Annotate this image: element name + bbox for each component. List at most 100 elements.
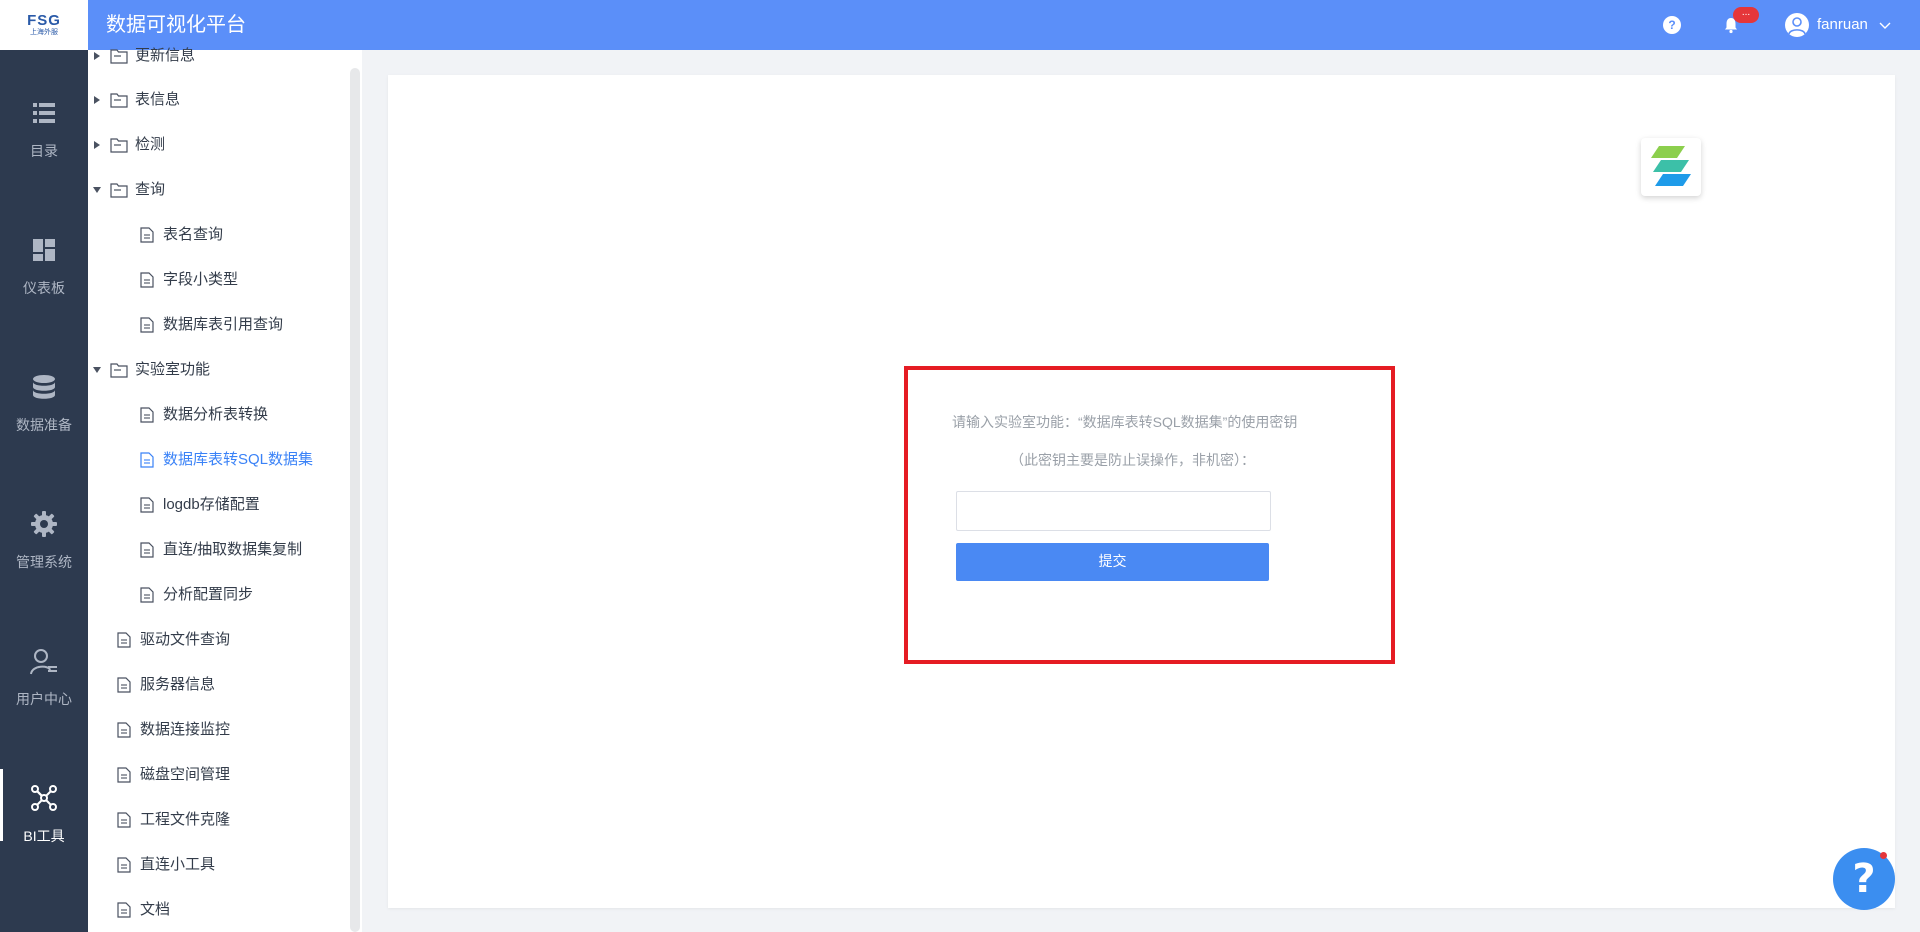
nav-item-bi-tools[interactable]: BI工具 xyxy=(0,769,88,920)
document-icon xyxy=(117,812,131,828)
nav-item-user-center[interactable]: 用户中心 xyxy=(0,646,88,783)
tree-item-label: 更新信息 xyxy=(135,47,196,64)
tree-item-label: 数据库表引用查询 xyxy=(163,316,284,333)
document-icon xyxy=(140,542,154,558)
document-icon xyxy=(117,857,131,873)
submit-button[interactable]: 提交 xyxy=(956,543,1269,581)
caret-right-icon[interactable] xyxy=(92,51,102,61)
folder-open-icon xyxy=(110,183,128,198)
document-icon xyxy=(117,722,131,738)
document-icon xyxy=(117,677,131,693)
document-icon xyxy=(140,587,154,603)
tree-folder-update-info[interactable]: 更新信息 xyxy=(92,45,195,67)
tree-item-label: 实验室功能 xyxy=(135,361,211,378)
user-avatar-icon[interactable] xyxy=(1785,13,1809,37)
tree-item-label: 查询 xyxy=(135,181,166,198)
tree-folder-query[interactable]: 查询 xyxy=(92,179,165,201)
tree-item-label: 直连小工具 xyxy=(140,856,216,873)
tree-folder-table-info[interactable]: 表信息 xyxy=(92,89,180,111)
tree-item-project-clone[interactable]: 工程文件克隆 xyxy=(115,809,230,831)
tree-item-dataset-copy[interactable]: 直连/抽取数据集复制 xyxy=(138,539,302,561)
folder-icon xyxy=(110,49,128,64)
dashboard-icon xyxy=(33,239,55,261)
folder-icon xyxy=(110,93,128,108)
username[interactable]: fanruan xyxy=(1817,16,1868,34)
app-title: 数据可视化平台 xyxy=(106,14,246,36)
tree-item-analysis-config-sync[interactable]: 分析配置同步 xyxy=(138,584,253,606)
help-notification-dot xyxy=(1880,852,1887,859)
tree-item-driver-file-query[interactable]: 驱动文件查询 xyxy=(115,629,230,651)
tree-item-label: 数据库表转SQL数据集 xyxy=(163,451,314,468)
logo-text: FSG xyxy=(27,12,61,29)
caret-down-icon[interactable] xyxy=(92,365,102,375)
gear-icon xyxy=(31,511,57,537)
folder-open-icon xyxy=(110,363,128,378)
document-icon xyxy=(140,317,154,333)
network-icon xyxy=(31,785,57,811)
tree-item-table-name-query[interactable]: 表名查询 xyxy=(138,224,223,246)
tree-item-label: 服务器信息 xyxy=(140,676,216,693)
tree-item-docs[interactable]: 文档 xyxy=(115,899,170,921)
tree-item-db-table-ref-query[interactable]: 数据库表引用查询 xyxy=(138,314,283,336)
tree-item-disk-space[interactable]: 磁盘空间管理 xyxy=(115,764,230,786)
brand-logo[interactable]: FSG 上海外服 xyxy=(0,0,88,50)
chevron-down-icon[interactable] xyxy=(1878,18,1892,32)
tree-folder-check[interactable]: 检测 xyxy=(92,134,165,156)
tree-item-db-table-to-sql-dataset[interactable]: 数据库表转SQL数据集 xyxy=(138,449,313,471)
database-icon xyxy=(33,375,55,399)
top-bar: FSG 上海外服 数据可视化平台 ? ... fanruan xyxy=(0,0,1920,50)
tree-item-connection-monitor[interactable]: 数据连接监控 xyxy=(115,719,230,741)
tree-item-label: 表名查询 xyxy=(163,226,224,243)
notification-badge: ... xyxy=(1733,7,1759,23)
secret-key-input[interactable] xyxy=(956,491,1271,531)
tree-item-label: 文档 xyxy=(140,901,171,918)
nav-label: 目录 xyxy=(30,143,58,159)
help-icon[interactable]: ? xyxy=(1663,16,1681,34)
nav-item-system-admin[interactable]: 管理系统 xyxy=(0,509,88,646)
tree-item-label: 检测 xyxy=(135,136,166,153)
tree-item-label: 字段小类型 xyxy=(163,271,239,288)
nav-label: 数据准备 xyxy=(16,417,72,433)
nav-label: 管理系统 xyxy=(16,554,72,570)
tree-scrollbar[interactable] xyxy=(350,68,360,932)
prompt-line-2: （此密钥主要是防止误操作，非机密）： xyxy=(1010,452,1255,468)
document-icon xyxy=(140,272,154,288)
nav-item-data-prep[interactable]: 数据准备 xyxy=(0,372,88,509)
document-icon xyxy=(140,497,154,513)
tree-item-label: 直连/抽取数据集复制 xyxy=(163,541,303,558)
document-icon xyxy=(140,407,154,423)
nav-item-catalog[interactable]: 目录 xyxy=(0,98,88,235)
main-navigation: 目录 仪表板 数据准备 管理系统 用户中心 BI工具 xyxy=(0,50,88,932)
nav-label: 用户中心 xyxy=(16,691,72,707)
tree-item-server-info[interactable]: 服务器信息 xyxy=(115,674,215,696)
logo-subtext: 上海外服 xyxy=(30,28,58,36)
nav-label: BI工具 xyxy=(23,828,65,844)
user-icon xyxy=(30,649,57,675)
tree-item-logdb-storage-config[interactable]: logdb存储配置 xyxy=(138,494,260,516)
nav-item-dashboard[interactable]: 仪表板 xyxy=(0,235,88,372)
tree-item-label: 数据分析表转换 xyxy=(163,406,269,423)
tree-item-analysis-table-convert[interactable]: 数据分析表转换 xyxy=(138,404,268,426)
tree-item-field-subtype[interactable]: 字段小类型 xyxy=(138,269,238,291)
folder-icon xyxy=(110,138,128,153)
caret-right-icon[interactable] xyxy=(92,95,102,105)
tree-item-label: 分析配置同步 xyxy=(163,586,254,603)
prompt-line-1: 请输入实验室功能：“数据库表转SQL数据集”的使用密钥 xyxy=(952,414,1298,430)
tree-item-label: 磁盘空间管理 xyxy=(140,766,231,783)
tree-item-label: 工程文件克隆 xyxy=(140,811,231,828)
caret-right-icon[interactable] xyxy=(92,140,102,150)
document-icon xyxy=(117,767,131,783)
nav-label: 仪表板 xyxy=(23,280,65,296)
document-icon xyxy=(117,902,131,918)
plugin-logo-icon xyxy=(1641,138,1701,196)
document-icon xyxy=(140,452,154,468)
tree-folder-lab-features[interactable]: 实验室功能 xyxy=(92,359,210,381)
caret-down-icon[interactable] xyxy=(92,185,102,195)
tree-item-label: 表信息 xyxy=(135,91,181,108)
list-icon xyxy=(33,103,55,123)
tree-item-label: 驱动文件查询 xyxy=(140,631,231,648)
tree-item-label: logdb存储配置 xyxy=(163,496,260,513)
document-icon xyxy=(140,227,154,243)
document-icon xyxy=(117,632,131,648)
tree-item-direct-tools[interactable]: 直连小工具 xyxy=(115,854,215,876)
